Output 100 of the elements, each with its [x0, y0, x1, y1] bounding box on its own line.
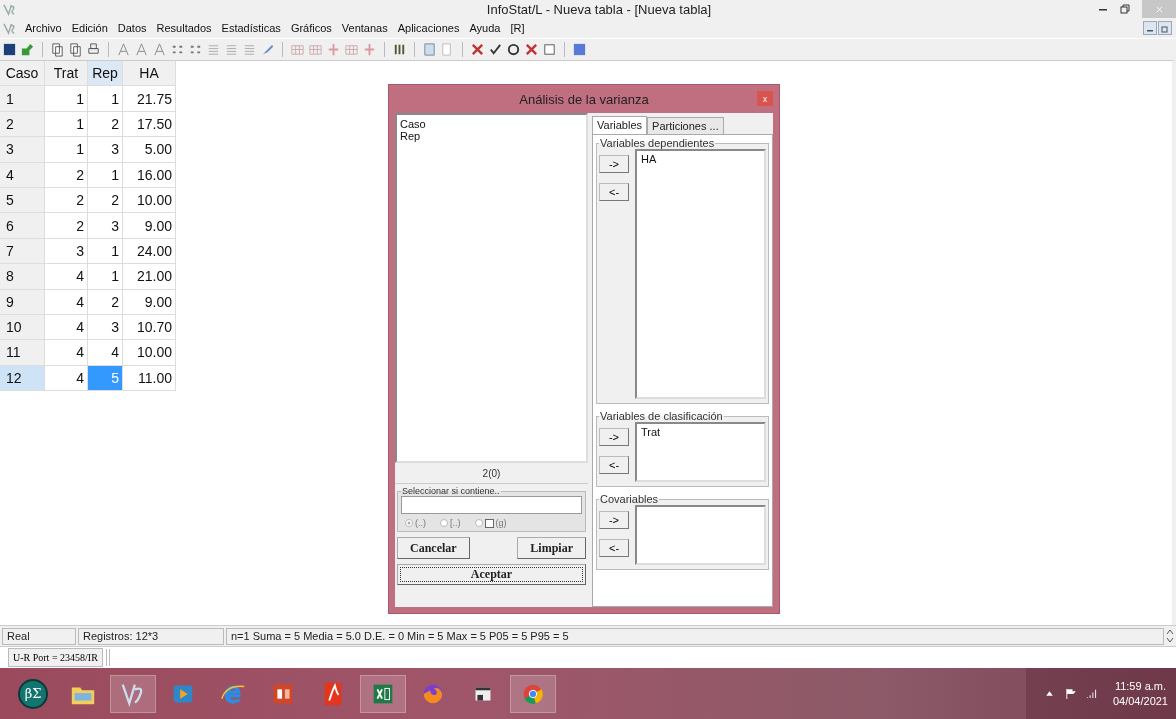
table-cell: 3: [45, 238, 88, 265]
cross-icon[interactable]: [524, 42, 539, 57]
scroll-arrow-icon[interactable]: [1166, 627, 1174, 645]
row-header[interactable]: 10: [0, 314, 45, 341]
accept-button[interactable]: Aceptar: [397, 564, 586, 585]
add-button[interactable]: ->: [599, 511, 629, 529]
restore-icon[interactable]: [1120, 4, 1130, 14]
group-title: Variables dependientes: [599, 137, 716, 149]
grid-icon[interactable]: [308, 42, 323, 57]
row-header[interactable]: 6: [0, 213, 45, 239]
table-cell: 9.00: [123, 289, 176, 315]
circle-icon[interactable]: [506, 42, 521, 57]
menu-item[interactable]: Ventanas: [336, 22, 393, 34]
remove-button[interactable]: <-: [599, 539, 629, 557]
table-cell: 1: [45, 111, 88, 138]
align-icon[interactable]: [242, 42, 257, 57]
menu-item[interactable]: Archivo: [20, 22, 67, 34]
close-button[interactable]: x: [757, 91, 773, 106]
clock-time[interactable]: 11:59 a.m.: [1114, 678, 1167, 694]
bars-icon[interactable]: [392, 42, 407, 57]
list-item[interactable]: HA: [639, 153, 762, 165]
row-header[interactable]: 4: [0, 162, 45, 188]
font-icon[interactable]: [116, 42, 131, 57]
column-header[interactable]: Trat: [45, 61, 88, 87]
filter-field[interactable]: [401, 496, 582, 514]
minimize-icon[interactable]: [1143, 21, 1157, 35]
table-cell: 3: [88, 314, 123, 341]
caret-icon[interactable]: [1043, 688, 1055, 699]
row-header[interactable]: 7: [0, 238, 45, 265]
remove-button[interactable]: <-: [599, 183, 629, 201]
row-header[interactable]: 2: [0, 111, 45, 138]
status-panel: n=1 Suma = 5 Media = 5.0 D.E. = 0 Min = 5 Max = 5 P05 = 5 P95 = 5: [226, 627, 1164, 645]
font-icon[interactable]: [134, 42, 149, 57]
table-cell: 1: [88, 264, 123, 290]
table-cell: 4: [45, 340, 88, 366]
table-cell: 2: [45, 187, 88, 214]
table-cell: 1: [88, 162, 123, 188]
flag-icon[interactable]: [1064, 688, 1076, 699]
table-cell: 10.00: [123, 340, 176, 366]
window-title: InfoStat/L - Nueva tabla - [Nueva tabla]: [485, 1, 713, 17]
dialog-button[interactable]: Limpiar: [517, 537, 586, 559]
status-panel: Real: [2, 627, 76, 645]
table-cell: 1: [45, 137, 88, 163]
status-panel: Registros: 12*3: [78, 627, 224, 645]
table-cell: 11.00: [123, 365, 176, 392]
menu-item[interactable]: [R]: [505, 22, 530, 34]
table-cell: 2: [88, 187, 123, 214]
menu-item[interactable]: Edición: [66, 22, 113, 34]
table-cell: 10.70: [123, 314, 176, 341]
add-button[interactable]: ->: [599, 428, 629, 446]
clock-date[interactable]: 04/04/2021: [1112, 693, 1168, 709]
menu-item[interactable]: Datos: [112, 22, 152, 34]
tab[interactable]: Variables: [592, 116, 648, 134]
column-header[interactable]: Rep: [88, 61, 123, 87]
align-icon[interactable]: [206, 42, 221, 57]
row-header[interactable]: 12: [0, 365, 45, 392]
menu-item[interactable]: Resultados: [151, 22, 217, 34]
cross-icon[interactable]: [470, 42, 485, 57]
menu-item[interactable]: Estadísticas: [216, 22, 286, 34]
grid-icon[interactable]: [290, 42, 305, 57]
signal-icon[interactable]: [1085, 688, 1097, 699]
list-item[interactable]: Caso: [398, 118, 585, 130]
menu-item[interactable]: Gráficos: [285, 22, 337, 34]
align-icon[interactable]: [224, 42, 239, 57]
menu-item[interactable]: Ayuda: [464, 22, 506, 34]
tab[interactable]: Particiones ...: [647, 117, 724, 134]
port-label: U-R Port = 23458/IR: [8, 648, 103, 667]
table-cell: 2: [45, 213, 88, 239]
group-title: Seleccionar si contiene..: [401, 486, 501, 496]
row-header[interactable]: 3: [0, 137, 45, 163]
table-cell: 1: [88, 86, 123, 112]
group-title: Variables de clasificación: [599, 410, 724, 422]
copy-icon[interactable]: [50, 42, 65, 57]
dialog-title: Análisis de la varianza: [519, 91, 649, 107]
font-icon[interactable]: [152, 42, 167, 57]
column-header[interactable]: Caso: [0, 61, 45, 87]
table-cell: 21.75: [123, 86, 176, 112]
box-icon[interactable]: [542, 42, 557, 57]
checkmark-icon[interactable]: [488, 42, 503, 57]
row-header[interactable]: 11: [0, 340, 45, 366]
print-icon[interactable]: [86, 42, 101, 57]
paste-icon[interactable]: [68, 42, 83, 57]
remove-button[interactable]: <-: [599, 456, 629, 474]
menu-item[interactable]: Aplicaciones: [392, 22, 465, 34]
add-button[interactable]: ->: [599, 155, 629, 173]
table-cell: 2: [88, 289, 123, 315]
list-item[interactable]: Trat: [639, 426, 762, 438]
list-item[interactable]: Rep: [398, 130, 585, 142]
row-header[interactable]: 5: [0, 187, 45, 214]
table-cell: 24.00: [123, 238, 176, 265]
row-header[interactable]: 8: [0, 264, 45, 290]
table-cell: 3: [88, 213, 123, 239]
dialog-button[interactable]: Cancelar: [397, 537, 470, 559]
table-cell: 21.00: [123, 264, 176, 290]
column-header[interactable]: HA: [123, 61, 176, 87]
grid-icon[interactable]: [344, 42, 359, 57]
infostat-icon[interactable]: [110, 674, 156, 713]
row-header[interactable]: 1: [0, 86, 45, 112]
sheet-icon[interactable]: [360, 674, 406, 713]
row-header[interactable]: 9: [0, 289, 45, 315]
